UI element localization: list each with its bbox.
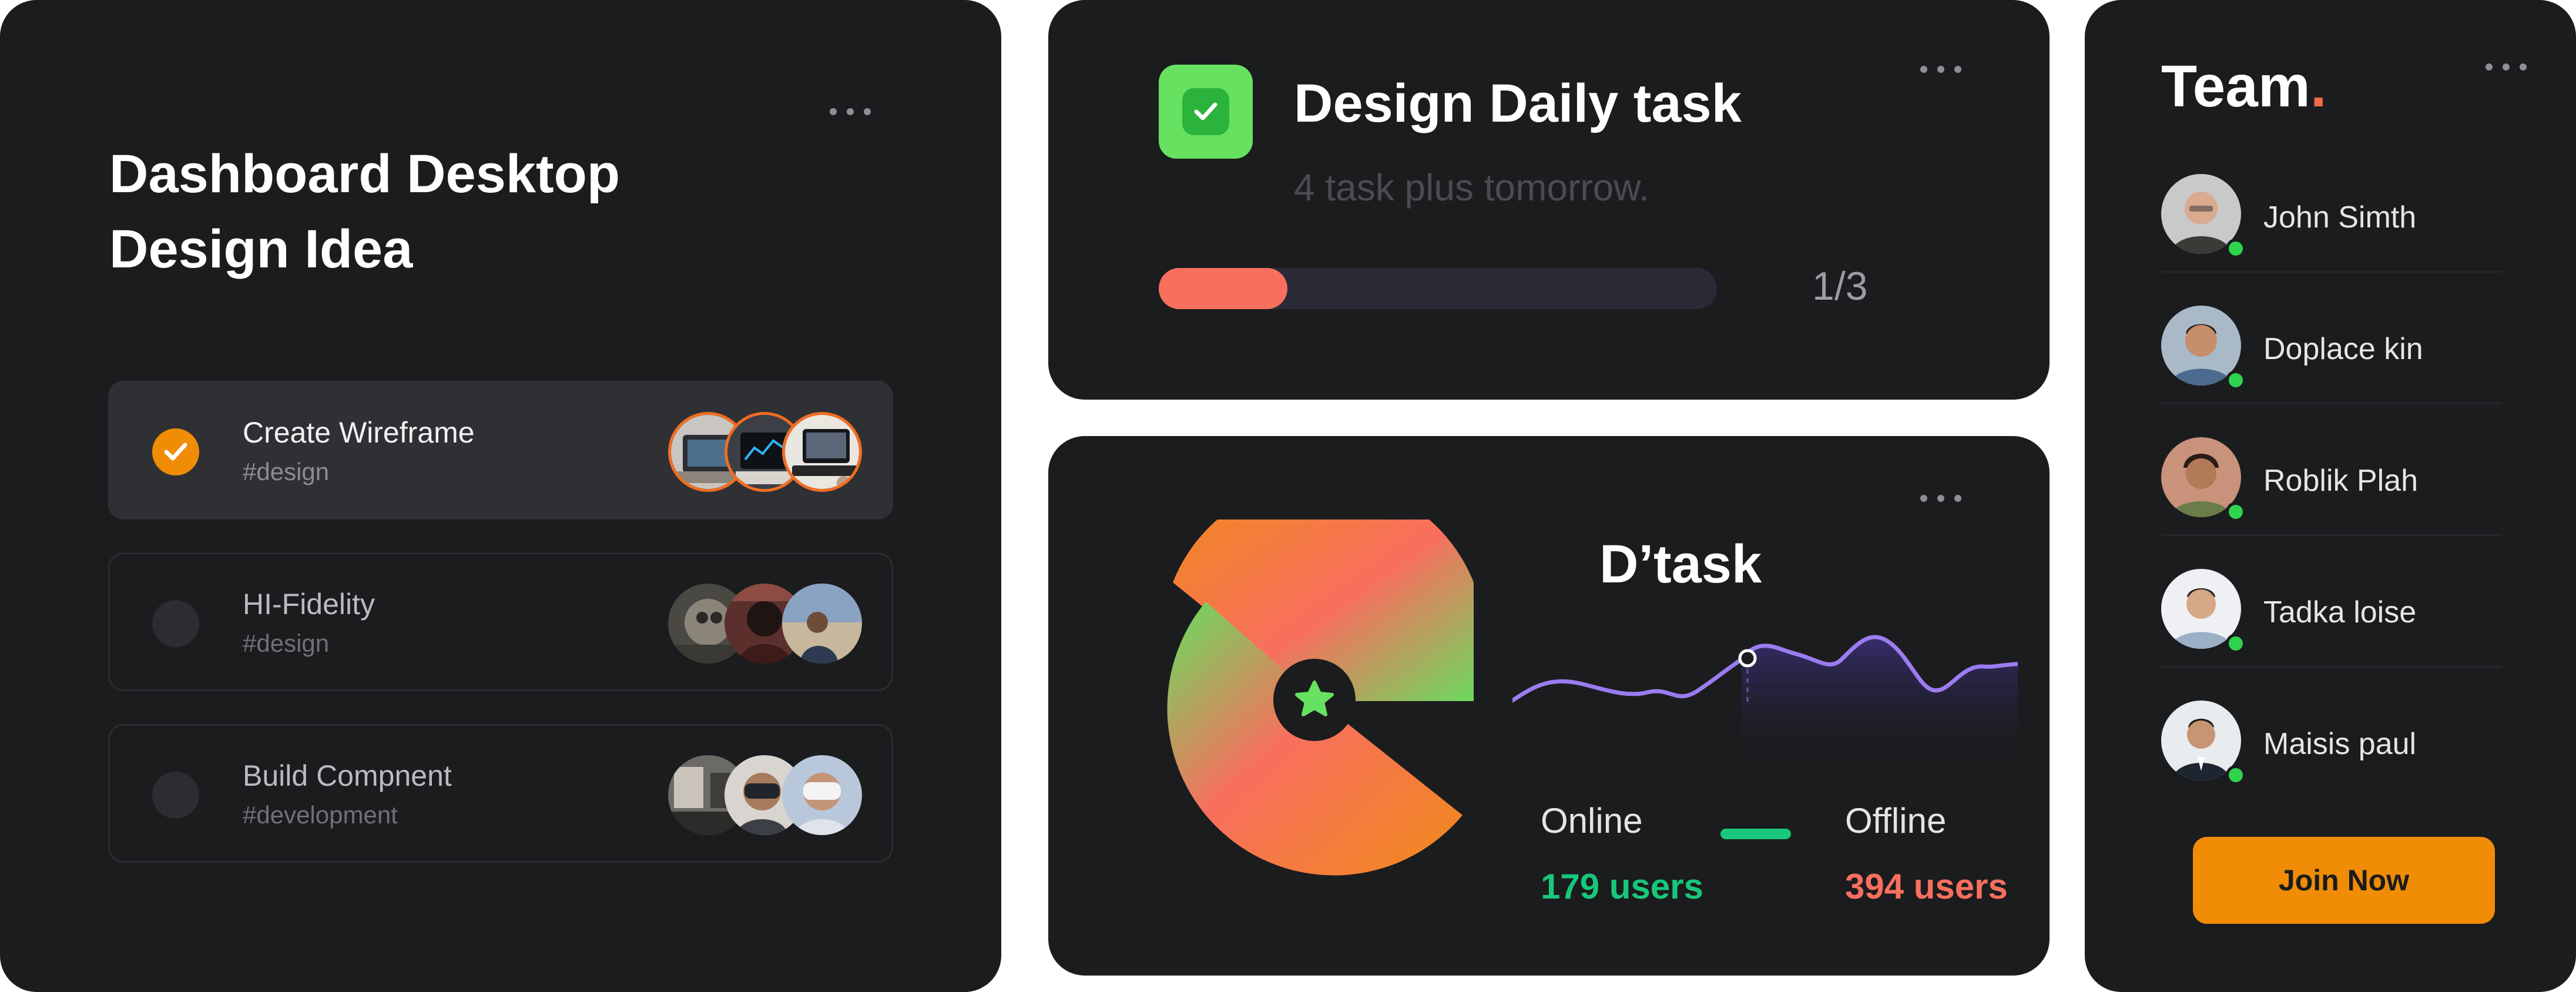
online-status-dot (2226, 634, 2246, 653)
title-line-1: Dashboard Desktop (109, 144, 620, 204)
daily-task-card: Design Daily task 4 task plus tomorrow. … (1048, 0, 2050, 400)
member-name: Doplace kin (2263, 332, 2423, 366)
wave-area (1742, 636, 2018, 771)
task-tag: #development (243, 801, 398, 829)
offline-label: Offline (1845, 801, 1947, 840)
task-tag: #design (243, 629, 330, 657)
task-thumbnails (668, 412, 862, 492)
title-line-2: Design Idea (109, 219, 413, 279)
task-name: Create Wireframe (243, 416, 475, 449)
task-thumbnails (668, 755, 862, 835)
join-now-button[interactable]: Join Now (2193, 837, 2495, 924)
checked-circle-icon[interactable] (152, 428, 199, 475)
team-member[interactable]: Tadka loise (2161, 536, 2502, 668)
unchecked-circle-icon[interactable] (152, 600, 199, 647)
activity-wave-chart (1512, 635, 2018, 771)
thumbnail-image (782, 412, 862, 492)
task-thumbnails (668, 584, 862, 663)
online-status-dot (2226, 370, 2246, 390)
task-tag: #design (243, 458, 330, 485)
checkbox-icon (1159, 65, 1253, 159)
progress-label: 1/3 (1812, 264, 1868, 309)
team-member[interactable]: Maisis paul (2161, 668, 2502, 799)
daily-task-subtitle: 4 task plus tomorrow. (1294, 166, 1649, 209)
task-row[interactable]: HI-Fidelity #design (108, 552, 893, 691)
team-member[interactable]: Doplace kin (2161, 273, 2502, 404)
more-options-icon[interactable] (1920, 495, 1961, 502)
member-name: Tadka loise (2263, 595, 2417, 629)
online-label: Online (1541, 801, 1643, 840)
online-status-dot (2226, 502, 2246, 522)
wave-marker (1738, 649, 1757, 668)
team-member[interactable]: John Simth (2161, 141, 2502, 273)
tasks-card-title: Dashboard Desktop Design Idea (109, 136, 756, 287)
more-options-icon[interactable] (1920, 66, 1961, 73)
online-status-dot (2226, 239, 2246, 259)
dtask-title: D’task (1599, 534, 1762, 594)
more-options-icon[interactable] (830, 108, 871, 115)
daily-task-title: Design Daily task (1294, 73, 1742, 133)
progress-fill (1159, 268, 1287, 309)
online-users-count: 179 users (1541, 867, 1703, 906)
legend-line (1720, 829, 1791, 839)
team-card: Team. John Simth Doplace kin Roblik Plah… (2085, 0, 2576, 992)
task-name: HI-Fidelity (243, 588, 375, 621)
team-title-dot: . (2310, 53, 2327, 119)
thumbnail-image (782, 584, 862, 663)
unchecked-circle-icon[interactable] (152, 772, 199, 819)
more-options-icon[interactable] (2486, 63, 2527, 71)
task-name: Build Compnent (243, 759, 452, 792)
team-title-text: Team (2161, 53, 2310, 119)
task-row[interactable]: Create Wireframe #design (108, 381, 893, 520)
member-name: Roblik Plah (2263, 464, 2419, 498)
progress-bar (1159, 268, 1717, 309)
donut-chart (1167, 520, 1474, 876)
team-member[interactable]: Roblik Plah (2161, 404, 2502, 536)
tasks-card: Dashboard Desktop Design Idea Create Wir… (0, 0, 1001, 992)
dtask-card: D’task Online Offline 179 users 394 user… (1048, 436, 2050, 976)
team-title: Team. (2161, 53, 2327, 120)
offline-users-count: 394 users (1845, 867, 2008, 906)
thumbnail-image (782, 755, 862, 835)
member-name: Maisis paul (2263, 727, 2417, 761)
online-status-dot (2226, 765, 2246, 785)
task-row[interactable]: Build Compnent #development (108, 724, 893, 863)
member-name: John Simth (2263, 200, 2417, 234)
